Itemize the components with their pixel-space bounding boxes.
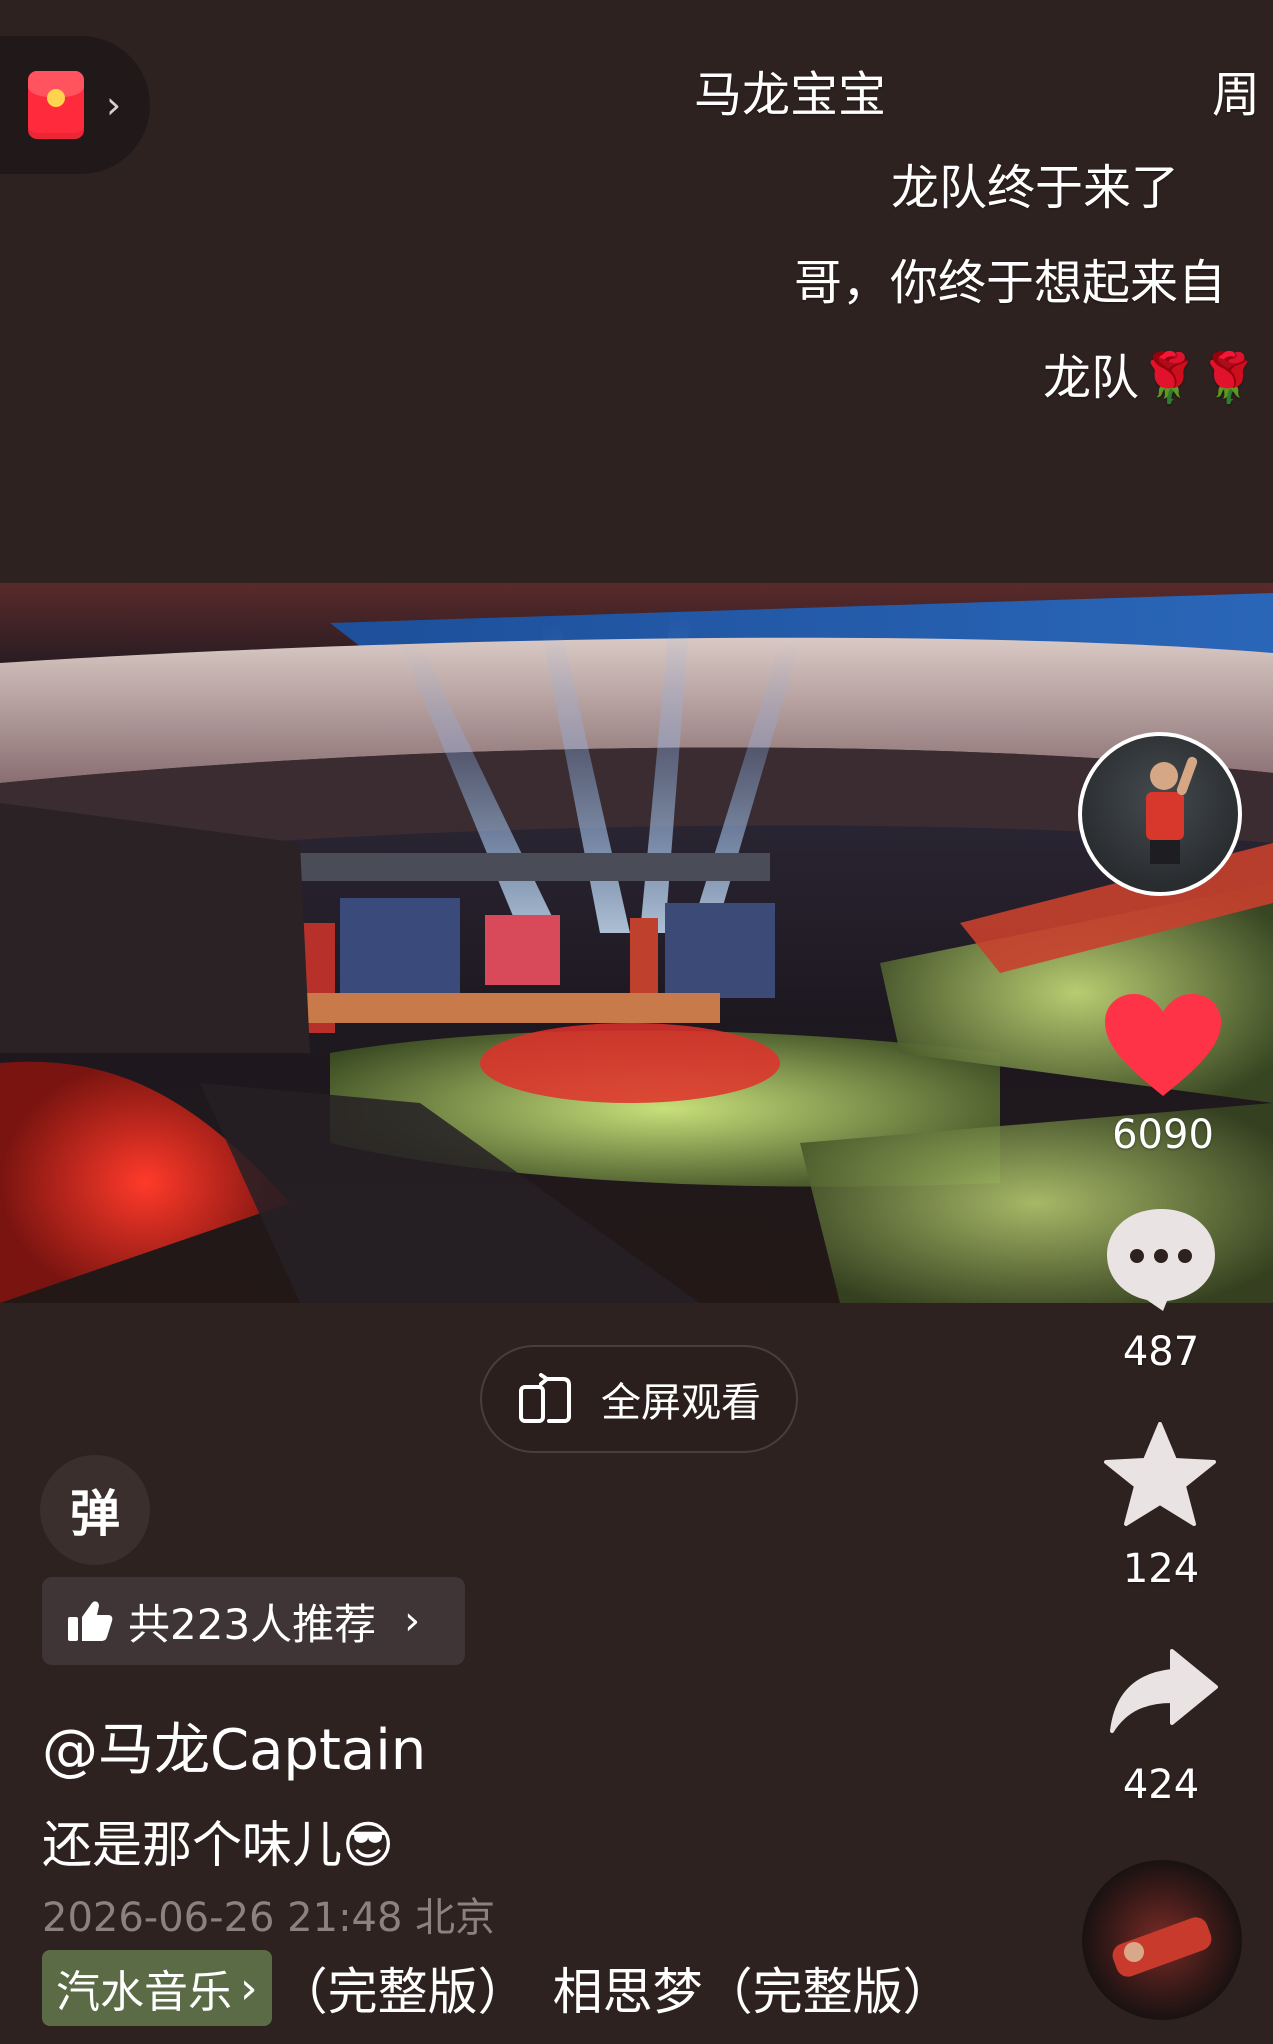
red-packet-button[interactable]: › — [0, 36, 150, 174]
fullscreen-button[interactable]: 全屏观看 — [480, 1345, 798, 1453]
heart-icon — [1105, 994, 1221, 1096]
music-disc[interactable] — [1082, 1860, 1242, 2020]
comment-count: 487 — [1122, 1329, 1200, 1375]
recommend-label: 共223人推荐 — [128, 1599, 377, 1649]
music-app-badge[interactable]: 汽水音乐 › — [42, 1950, 272, 2026]
creator-avatar[interactable] — [1078, 732, 1242, 896]
video-player[interactable] — [0, 583, 1273, 1303]
comment-button[interactable] — [1103, 1205, 1219, 1313]
star-icon — [1104, 1422, 1216, 1526]
danmaku-comment: 龙队终于来了 — [891, 160, 1180, 216]
danmaku-comment: 马龙宝宝 — [694, 67, 887, 123]
rotate-screen-icon — [519, 1373, 571, 1423]
chevron-right-icon: › — [404, 1598, 421, 1644]
recommend-button[interactable]: 共223人推荐 › — [42, 1577, 465, 1665]
music-row[interactable]: 汽水音乐 › （完整版） 相思梦（完整版） — [42, 1950, 953, 2026]
concert-video-frame — [0, 583, 1273, 1303]
thumbs-up-icon — [68, 1601, 113, 1641]
music-cover-image — [1112, 1917, 1212, 1977]
like-button[interactable] — [1103, 992, 1223, 1098]
danmaku-toggle-button[interactable]: 弹 — [40, 1455, 150, 1565]
danmaku-toggle-label: 弹 — [70, 1485, 120, 1543]
chevron-right-icon: › — [106, 83, 122, 127]
music-app-label: 汽水音乐 — [56, 1967, 232, 2018]
comment-bubble-icon — [1107, 1209, 1215, 1311]
post-timestamp: 2026-06-26 21:48 北京 — [42, 1895, 496, 1941]
chevron-right-icon: › — [240, 1962, 258, 2014]
share-arrow-icon — [1110, 1649, 1218, 1733]
author-name[interactable]: @马龙Captain — [42, 1705, 426, 1786]
favorite-button[interactable] — [1104, 1422, 1216, 1528]
danmaku-comment: 龙队🌹🌹 — [1043, 350, 1259, 406]
player-figure-image — [1146, 756, 1198, 864]
danmaku-comment: 哥，你终于想起来自 — [794, 255, 1227, 311]
share-button[interactable] — [1110, 1647, 1218, 1735]
favorite-count: 124 — [1122, 1546, 1200, 1592]
music-title: （完整版） 相思梦（完整版） — [277, 1963, 953, 2021]
danmaku-comment: 周 — [1212, 67, 1261, 123]
post-caption: 还是那个味儿😎 — [42, 1816, 395, 1874]
red-packet-icon — [28, 71, 84, 139]
like-count: 6090 — [1112, 1112, 1214, 1158]
fullscreen-label: 全屏观看 — [601, 1380, 761, 1426]
share-count: 424 — [1122, 1762, 1200, 1808]
